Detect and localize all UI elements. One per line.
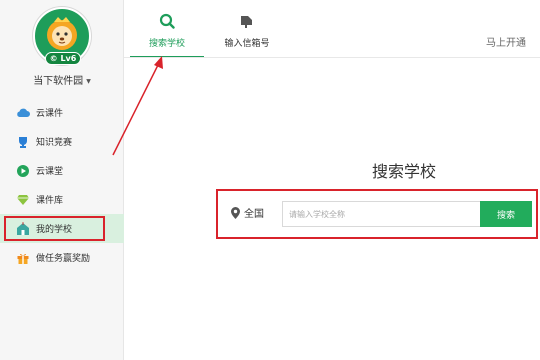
sidebar: © Lv6 当下软件园 ▼ 云课件 知识竞赛 云课堂 课件库 我的学校 做任务赢… xyxy=(0,0,124,360)
sidebar-nav: 云课件 知识竞赛 云课堂 课件库 我的学校 做任务赢奖励 xyxy=(0,98,124,272)
trophy-icon xyxy=(16,135,30,149)
mailbox-icon xyxy=(241,16,252,28)
annotation-highlight-box xyxy=(4,216,105,241)
sidebar-item-label: 知识竞赛 xyxy=(36,138,73,148)
sidebar-item-label: 课件库 xyxy=(36,196,64,206)
school-selector[interactable]: 当下软件园 ▼ xyxy=(0,72,124,87)
diamond-icon xyxy=(16,193,30,207)
tab-label: 搜索学校 xyxy=(148,39,185,49)
sidebar-item-cloud-courseware[interactable]: 云课件 xyxy=(0,98,124,127)
school-search-input[interactable] xyxy=(282,201,480,227)
play-icon xyxy=(16,164,30,178)
tab-search-school[interactable]: 搜索学校 xyxy=(130,8,204,58)
sidebar-item-task-rewards[interactable]: 做任务赢奖励 xyxy=(0,243,124,272)
gift-icon xyxy=(16,251,30,265)
sidebar-item-label: 做任务赢奖励 xyxy=(36,254,91,264)
cloud-icon xyxy=(16,106,30,120)
sidebar-item-my-school[interactable]: 我的学校 xyxy=(0,214,124,243)
header-divider xyxy=(124,57,540,58)
copyright-icon: © xyxy=(49,54,58,63)
caret-down-icon: ▼ xyxy=(86,78,91,85)
sidebar-item-courseware-library[interactable]: 课件库 xyxy=(0,185,124,214)
level-badge: © Lv6 xyxy=(45,52,81,65)
search-button[interactable]: 搜索 xyxy=(480,201,532,227)
search-icon xyxy=(159,13,175,29)
region-label: 全国 xyxy=(244,209,264,220)
sidebar-item-knowledge-contest[interactable]: 知识竞赛 xyxy=(0,127,124,156)
level-badge-text: Lv6 xyxy=(60,54,77,63)
page-title: 搜索学校 xyxy=(372,162,437,181)
sidebar-item-label: 云课件 xyxy=(36,109,64,119)
join-now-link[interactable]: 马上开通 xyxy=(486,34,526,49)
region-selector[interactable]: 全国 xyxy=(231,205,264,220)
school-name-label: 当下软件园 xyxy=(33,76,84,87)
lion-avatar-icon xyxy=(47,17,77,50)
location-pin-icon xyxy=(231,206,240,219)
tab-label: 输入信箱号 xyxy=(224,39,270,49)
sidebar-item-label: 云课堂 xyxy=(36,167,64,177)
sidebar-item-cloud-classroom[interactable]: 云课堂 xyxy=(0,156,124,185)
tab-mailbox-number[interactable]: 输入信箱号 xyxy=(212,8,282,58)
